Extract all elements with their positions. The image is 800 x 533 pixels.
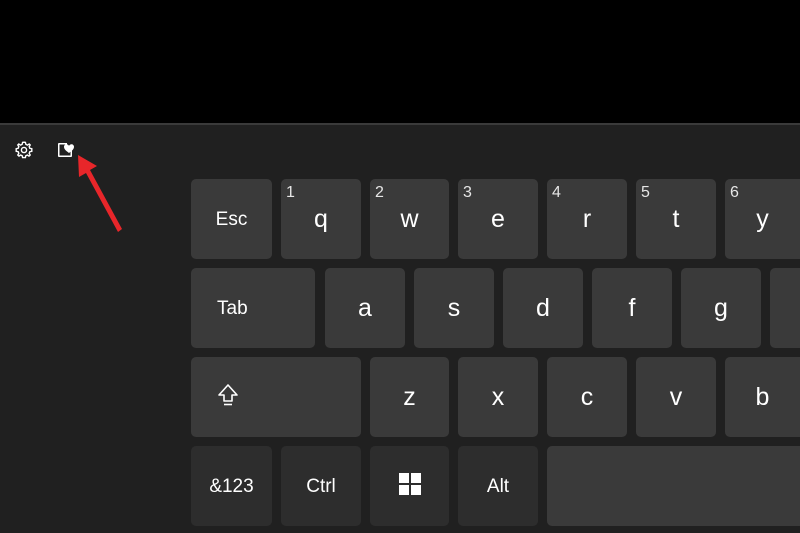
- key-w[interactable]: 2 w: [370, 179, 449, 259]
- key-f[interactable]: f: [592, 268, 672, 348]
- key-t[interactable]: 5 t: [636, 179, 716, 259]
- key-alt[interactable]: Alt: [458, 446, 538, 526]
- gear-icon[interactable]: [14, 140, 34, 160]
- key-r[interactable]: 4 r: [547, 179, 627, 259]
- key-label: &123: [209, 475, 254, 497]
- key-z[interactable]: z: [370, 357, 449, 437]
- key-label: Esc: [215, 208, 248, 230]
- key-label: a: [358, 293, 372, 322]
- key-symbols[interactable]: &123: [191, 446, 272, 526]
- key-s[interactable]: s: [414, 268, 494, 348]
- key-y[interactable]: 6 y: [725, 179, 800, 259]
- key-label: z: [403, 382, 416, 411]
- key-number-hint: 5: [641, 184, 650, 201]
- key-label: s: [447, 293, 461, 322]
- key-shift[interactable]: [191, 357, 361, 437]
- key-q[interactable]: 1 q: [281, 179, 361, 259]
- sticker-heart-icon[interactable]: [55, 140, 75, 160]
- key-number-hint: 6: [730, 184, 739, 201]
- key-v[interactable]: v: [636, 357, 716, 437]
- touch-keyboard-panel: Esc 1 q 2 w 3 e 4 r 5 t 6 y Tab a s d f …: [0, 123, 800, 533]
- key-label: x: [491, 382, 505, 411]
- key-number-hint: 3: [463, 184, 472, 201]
- key-x[interactable]: x: [458, 357, 538, 437]
- key-ctrl[interactable]: Ctrl: [281, 446, 361, 526]
- key-label: r: [582, 204, 592, 233]
- key-h-partial[interactable]: [770, 268, 800, 348]
- key-label: v: [669, 382, 683, 411]
- key-label: t: [672, 204, 680, 233]
- shift-icon: [217, 383, 239, 412]
- key-a[interactable]: a: [325, 268, 405, 348]
- key-label: e: [491, 204, 505, 233]
- key-esc[interactable]: Esc: [191, 179, 272, 259]
- key-label: d: [536, 293, 550, 322]
- key-number-hint: 1: [286, 184, 295, 201]
- key-label: c: [580, 382, 594, 411]
- key-c[interactable]: c: [547, 357, 627, 437]
- windows-logo-icon: [398, 472, 421, 500]
- key-space[interactable]: [547, 446, 800, 526]
- key-label: w: [400, 204, 419, 233]
- key-b[interactable]: b: [725, 357, 800, 437]
- key-windows[interactable]: [370, 446, 449, 526]
- key-label: q: [314, 204, 328, 233]
- key-label: Ctrl: [306, 475, 336, 497]
- key-label: g: [714, 293, 728, 322]
- key-g[interactable]: g: [681, 268, 761, 348]
- key-label: f: [628, 293, 636, 322]
- key-e[interactable]: 3 e: [458, 179, 538, 259]
- key-tab[interactable]: Tab: [191, 268, 315, 348]
- key-label: Tab: [217, 297, 248, 319]
- key-d[interactable]: d: [503, 268, 583, 348]
- key-number-hint: 4: [552, 184, 561, 201]
- key-label: y: [756, 204, 769, 233]
- key-label: b: [755, 382, 770, 411]
- key-number-hint: 2: [375, 184, 384, 201]
- key-label: Alt: [486, 475, 510, 497]
